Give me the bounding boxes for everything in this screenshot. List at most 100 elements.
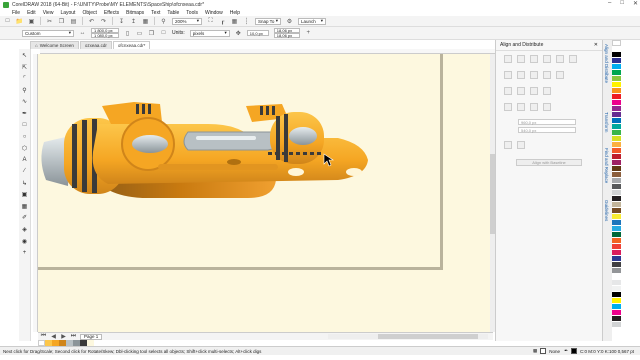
distribute-bottom-icon[interactable] bbox=[543, 103, 551, 111]
align-page-center-icon[interactable] bbox=[530, 71, 538, 79]
landscape-icon[interactable]: ▭ bbox=[136, 30, 143, 37]
transparency-tool-icon[interactable]: ▦ bbox=[21, 203, 28, 210]
rulers-icon[interactable]: ┎ bbox=[219, 18, 226, 25]
distribute-right-icon[interactable] bbox=[543, 87, 551, 95]
undo-icon[interactable]: ↶ bbox=[88, 18, 95, 25]
save-icon[interactable]: ▣ bbox=[28, 18, 35, 25]
guidelines-icon[interactable]: ┊ bbox=[243, 18, 250, 25]
menu-text[interactable]: Text bbox=[151, 10, 160, 16]
zoom-tool-icon[interactable]: ⚲ bbox=[21, 87, 28, 94]
align-grid-icon[interactable] bbox=[543, 71, 551, 79]
redo-icon[interactable]: ↷ bbox=[100, 18, 107, 25]
next-page-icon[interactable]: ▶ bbox=[60, 333, 67, 340]
import-icon[interactable]: ↧ bbox=[118, 18, 125, 25]
text-align-icon[interactable] bbox=[517, 141, 525, 149]
crop-tool-icon[interactable]: ⌜ bbox=[21, 75, 28, 82]
menu-bitmaps[interactable]: Bitmaps bbox=[126, 10, 144, 16]
connector-tool-icon[interactable]: ↳ bbox=[21, 180, 28, 187]
drop-shadow-icon[interactable]: ▣ bbox=[21, 191, 28, 198]
menu-effects[interactable]: Effects bbox=[104, 10, 119, 16]
tab-welcome-screen[interactable]: ⌂ Welcome Screen bbox=[30, 41, 79, 49]
tab-ozxeaa[interactable]: ozxeaa.cdr bbox=[79, 41, 112, 49]
menu-window[interactable]: Window bbox=[205, 10, 223, 16]
distribute-vspacing-icon[interactable] bbox=[530, 103, 538, 111]
pick-tool-icon[interactable]: ↖ bbox=[21, 52, 28, 59]
gear-icon[interactable]: ⚙ bbox=[286, 18, 293, 25]
parallel-dimension-icon[interactable]: ∕ bbox=[21, 168, 28, 175]
new-document-icon[interactable]: □ bbox=[4, 18, 11, 25]
nudge-distance-field[interactable]: 10,0 px bbox=[246, 30, 269, 36]
publish-pdf-icon[interactable]: ▦ bbox=[142, 18, 149, 25]
side-tab-guidelines[interactable]: Guidelines bbox=[604, 200, 609, 221]
units-select[interactable]: pixels ▾ bbox=[189, 29, 230, 37]
smart-fill-icon[interactable]: ◉ bbox=[21, 238, 28, 245]
plus-icon[interactable]: + bbox=[305, 30, 312, 37]
current-page-icon[interactable]: □ bbox=[160, 30, 167, 37]
menu-table[interactable]: Table bbox=[167, 10, 179, 16]
cut-icon[interactable]: ✂ bbox=[46, 18, 53, 25]
align-baseline-button[interactable]: Align with Baseline bbox=[516, 159, 582, 166]
side-tab-transform[interactable]: Transform bbox=[604, 112, 609, 132]
maximize-button[interactable]: □ bbox=[620, 0, 624, 7]
interactive-fill-icon[interactable]: ◈ bbox=[21, 226, 28, 233]
last-page-icon[interactable]: ⏭ bbox=[70, 333, 77, 340]
align-bottom-icon[interactable] bbox=[569, 55, 577, 63]
drawing-canvas[interactable] bbox=[38, 54, 493, 332]
align-top-icon[interactable] bbox=[543, 55, 551, 63]
all-pages-icon[interactable]: ❐ bbox=[148, 30, 155, 37]
plus-icon[interactable]: + bbox=[21, 249, 28, 256]
tab-ofcnxeaa[interactable]: ofcnxeaa.cdr* bbox=[112, 41, 151, 49]
menu-edit[interactable]: Edit bbox=[27, 10, 36, 16]
zoom-level-select[interactable]: 200% ▾ bbox=[172, 17, 202, 25]
align-center-icon[interactable] bbox=[517, 55, 525, 63]
polygon-tool-icon[interactable]: ⬡ bbox=[21, 145, 28, 152]
align-point-icon[interactable] bbox=[556, 71, 564, 79]
menu-object[interactable]: Object bbox=[82, 10, 96, 16]
distribute-spacing-icon[interactable] bbox=[530, 87, 538, 95]
point-x-field[interactable]: 960,0 px bbox=[518, 119, 576, 125]
menu-tools[interactable]: Tools bbox=[186, 10, 198, 16]
close-icon[interactable]: ✕ bbox=[594, 42, 598, 48]
artistic-media-icon[interactable]: ✒ bbox=[21, 110, 28, 117]
spaceship-illustration[interactable] bbox=[38, 94, 378, 214]
copy-icon[interactable]: ❐ bbox=[58, 18, 65, 25]
align-right-icon[interactable] bbox=[530, 55, 538, 63]
first-page-icon[interactable]: ⏮ bbox=[40, 333, 47, 340]
page-height-field[interactable]: 1 080,0 px bbox=[91, 33, 119, 38]
horizontal-scroll-thumb[interactable] bbox=[378, 334, 478, 339]
grid-icon[interactable]: ▦ bbox=[231, 18, 238, 25]
prev-page-icon[interactable]: ◀ bbox=[50, 333, 57, 340]
duplicate-y-field[interactable]: 18,06 px bbox=[273, 33, 300, 38]
rectangle-tool-icon[interactable]: □ bbox=[21, 122, 28, 129]
open-folder-icon[interactable]: 📁 bbox=[16, 18, 23, 25]
text-align-icon[interactable] bbox=[504, 141, 512, 149]
full-screen-icon[interactable]: ⛶ bbox=[207, 18, 214, 25]
eyedropper-icon[interactable]: ✐ bbox=[21, 214, 28, 221]
text-tool-icon[interactable]: A bbox=[21, 156, 28, 163]
menu-help[interactable]: Help bbox=[230, 10, 240, 16]
align-selected-icon[interactable] bbox=[504, 71, 512, 79]
point-y-field[interactable]: 540,0 px bbox=[518, 127, 576, 133]
portrait-icon[interactable]: ▯ bbox=[124, 30, 131, 37]
swatch-light-grey-2[interactable] bbox=[612, 322, 621, 328]
align-middle-icon[interactable] bbox=[556, 55, 564, 63]
distribute-top-icon[interactable] bbox=[504, 103, 512, 111]
menu-view[interactable]: View bbox=[43, 10, 54, 16]
page-tab[interactable]: Page 1 bbox=[80, 333, 103, 340]
snap-to-dropdown[interactable]: Snap To ▾ bbox=[255, 17, 281, 25]
ellipse-tool-icon[interactable]: ○ bbox=[21, 133, 28, 140]
distribute-middle-icon[interactable] bbox=[517, 103, 525, 111]
page-preset-select[interactable]: Custom ▾ bbox=[22, 29, 74, 37]
align-left-icon[interactable] bbox=[504, 55, 512, 63]
side-tab-find-replace[interactable]: Find and Replace bbox=[604, 148, 609, 183]
fill-indicator[interactable]: ▩ None bbox=[533, 348, 560, 354]
zoom-icon[interactable]: ⚲ bbox=[160, 18, 167, 25]
close-button[interactable]: ✕ bbox=[633, 0, 638, 7]
shape-tool-icon[interactable]: ⇱ bbox=[21, 64, 28, 71]
distribute-left-icon[interactable] bbox=[504, 87, 512, 95]
menu-file[interactable]: File bbox=[12, 10, 20, 16]
horizontal-scrollbar[interactable] bbox=[328, 334, 488, 339]
freehand-tool-icon[interactable]: ∿ bbox=[21, 98, 28, 105]
outline-indicator[interactable]: ✒ C:0 M:0 Y:0 K:100 0,567 pt bbox=[564, 348, 634, 354]
align-page-edge-icon[interactable] bbox=[517, 71, 525, 79]
